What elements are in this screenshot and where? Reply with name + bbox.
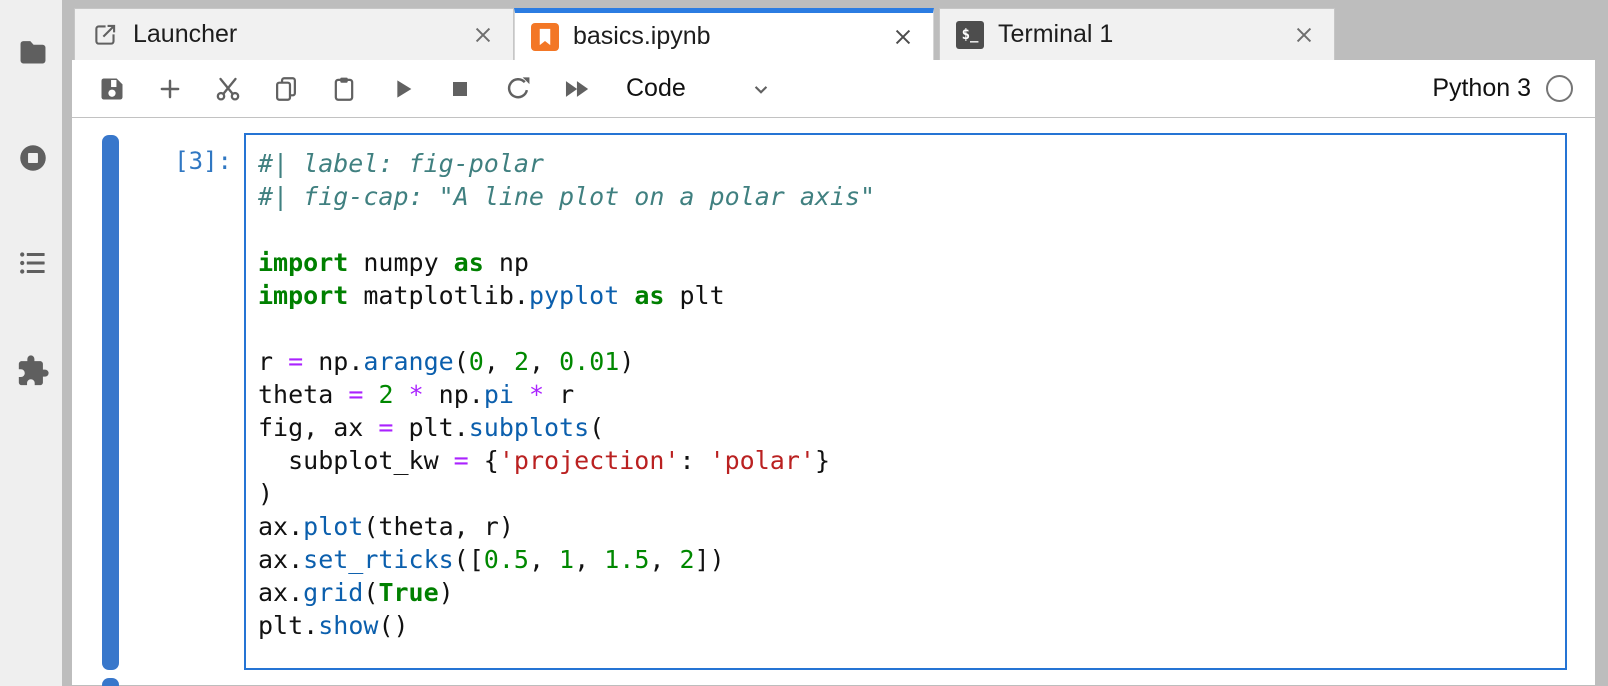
sidebar-item-extensions[interactable] (16, 354, 50, 388)
main-dock: Launcher basics.ipynb $_ Terminal 1 (72, 0, 1595, 686)
execution-prompt: [3]: (119, 133, 244, 175)
save-button[interactable] (98, 75, 126, 103)
notebook-toolbar: Code Python 3 (72, 60, 1595, 118)
copy-icon (272, 75, 300, 103)
close-tab-button[interactable] (1290, 21, 1318, 49)
cell-editor[interactable]: #| label: fig-polar#| fig-cap: "A line p… (244, 133, 1567, 670)
cell-collapser[interactable] (102, 135, 119, 670)
close-icon (1290, 21, 1318, 49)
tab-label: Terminal 1 (998, 20, 1276, 49)
code-cell: [3]: #| label: fig-polar#| fig-cap: "A l… (102, 118, 1567, 670)
tab-terminal[interactable]: $_ Terminal 1 (939, 8, 1335, 60)
notebook-panel: [3]: #| label: fig-polar#| fig-cap: "A l… (72, 118, 1595, 685)
sidebar-item-running-kernels[interactable] (16, 141, 50, 175)
close-icon (469, 21, 497, 49)
left-sidebar (0, 0, 62, 686)
stop-circle-icon (16, 141, 50, 175)
notebook-icon (531, 23, 559, 51)
kernel-name: Python 3 (1432, 74, 1531, 103)
paste-cells-button[interactable] (330, 75, 358, 103)
launcher-icon (91, 21, 119, 49)
fast-forward-icon (562, 75, 590, 103)
save-icon (98, 75, 126, 103)
tab-label: Launcher (133, 20, 455, 49)
cut-cells-button[interactable] (214, 75, 242, 103)
restart-run-all-button[interactable] (562, 75, 590, 103)
restart-icon (504, 75, 532, 103)
close-tab-button[interactable] (469, 21, 497, 49)
sidebar-item-table-of-contents[interactable] (16, 246, 50, 280)
close-icon (889, 23, 917, 51)
next-collapser[interactable] (102, 678, 119, 686)
terminal-icon: $_ (956, 21, 984, 49)
puzzle-icon (16, 354, 50, 388)
plus-icon (156, 75, 184, 103)
play-icon (388, 75, 416, 103)
run-cell-button[interactable] (388, 75, 416, 103)
paste-icon (330, 75, 358, 103)
list-icon (16, 246, 50, 280)
cell-type-dropdown[interactable]: Code (626, 74, 774, 103)
folder-icon (16, 36, 50, 70)
sidebar-item-file-browser[interactable] (16, 36, 50, 70)
restart-kernel-button[interactable] (504, 75, 532, 103)
code-lines: #| label: fig-polar#| fig-cap: "A line p… (258, 147, 1557, 642)
chevron-down-icon (686, 76, 774, 102)
kernel-status-icon[interactable] (1546, 75, 1573, 102)
cell-type-label: Code (626, 74, 686, 103)
kernel-indicator: Python 3 (1432, 74, 1573, 103)
tab-notebook[interactable]: basics.ipynb (514, 8, 934, 60)
close-tab-button[interactable] (889, 23, 917, 51)
stop-icon (446, 75, 474, 103)
tab-label: basics.ipynb (573, 22, 875, 51)
interrupt-kernel-button[interactable] (446, 75, 474, 103)
tab-launcher[interactable]: Launcher (74, 8, 514, 60)
copy-cells-button[interactable] (272, 75, 300, 103)
insert-cell-button[interactable] (156, 75, 184, 103)
tab-bar: Launcher basics.ipynb $_ Terminal 1 (72, 0, 1595, 60)
scissors-icon (214, 75, 242, 103)
